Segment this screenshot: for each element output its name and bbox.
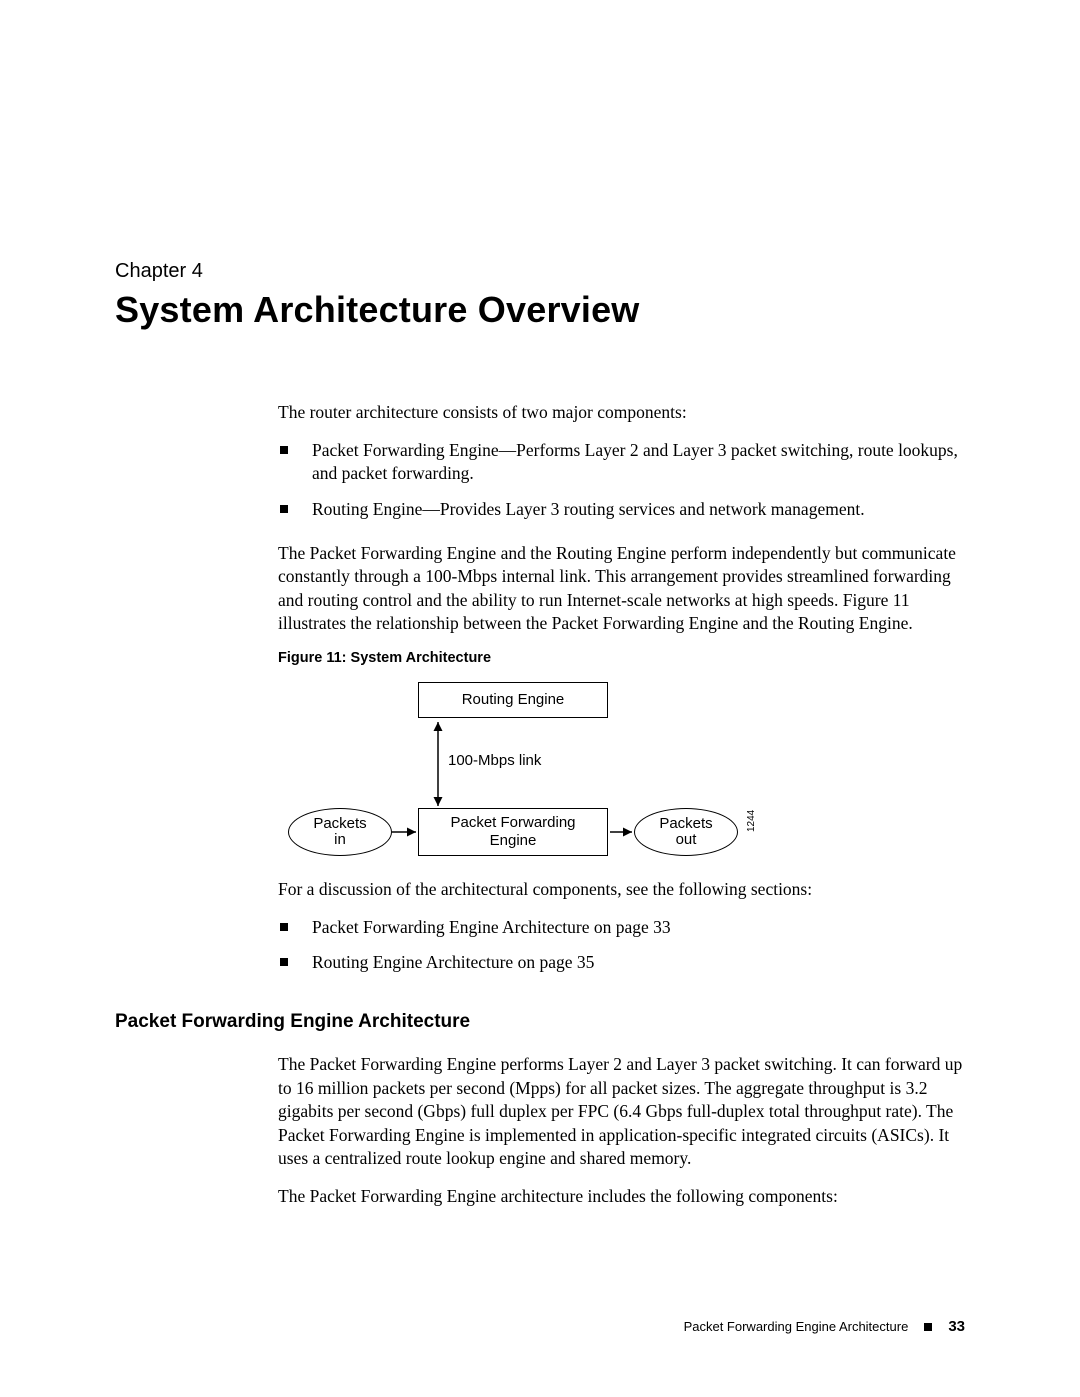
section-link-list: Packet Forwarding Engine Architecture on… [278, 916, 965, 975]
routing-engine-label: Routing Engine [462, 691, 565, 709]
pfe-paragraph-2: The Packet Forwarding Engine architectur… [278, 1185, 965, 1209]
pfe-paragraph-1: The Packet Forwarding Engine performs La… [278, 1053, 965, 1171]
intro-bullet-list: Packet Forwarding Engine—Performs Layer … [278, 439, 965, 522]
page-number: 33 [948, 1318, 965, 1335]
footer-section-title: Packet Forwarding Engine Architecture [684, 1319, 909, 1334]
chapter-label: Chapter 4 [115, 260, 965, 283]
packets-out-line2: out [676, 832, 697, 849]
body-content: The router architecture consists of two … [278, 401, 965, 975]
figure-id-code: 1244 [746, 810, 757, 832]
list-item: Routing Engine Architecture on page 35 [278, 951, 965, 975]
pfe-line1: Packet Forwarding [450, 814, 575, 832]
packets-in-line2: in [334, 832, 346, 849]
list-item: Routing Engine—Provides Layer 3 routing … [278, 498, 965, 522]
packets-out-line1: Packets [659, 816, 712, 833]
pfe-line2: Engine [490, 832, 537, 850]
chapter-title: System Architecture Overview [115, 289, 965, 331]
intro-paragraph-2: The Packet Forwarding Engine and the Rou… [278, 542, 965, 637]
section-heading-pfe: Packet Forwarding Engine Architecture [115, 1011, 965, 1033]
intro-paragraph-1: The router architecture consists of two … [278, 401, 965, 425]
footer-square-icon [924, 1323, 932, 1331]
list-item: Packet Forwarding Engine—Performs Layer … [278, 439, 965, 486]
packets-in-line1: Packets [313, 816, 366, 833]
section-body: The Packet Forwarding Engine performs La… [278, 1053, 965, 1209]
page: Chapter 4 System Architecture Overview T… [0, 0, 1080, 1283]
page-footer: Packet Forwarding Engine Architecture 33 [684, 1318, 965, 1335]
packets-in-oval: Packets in [288, 808, 392, 856]
system-architecture-diagram: Routing Engine 100-Mbps link Packets in … [298, 682, 838, 862]
after-figure-paragraph: For a discussion of the architectural co… [278, 878, 965, 902]
packet-forwarding-engine-box: Packet Forwarding Engine [418, 808, 608, 856]
figure-caption: Figure 11: System Architecture [278, 650, 965, 666]
packets-out-oval: Packets out [634, 808, 738, 856]
routing-engine-box: Routing Engine [418, 682, 608, 718]
list-item: Packet Forwarding Engine Architecture on… [278, 916, 965, 940]
link-speed-label: 100-Mbps link [448, 752, 541, 769]
